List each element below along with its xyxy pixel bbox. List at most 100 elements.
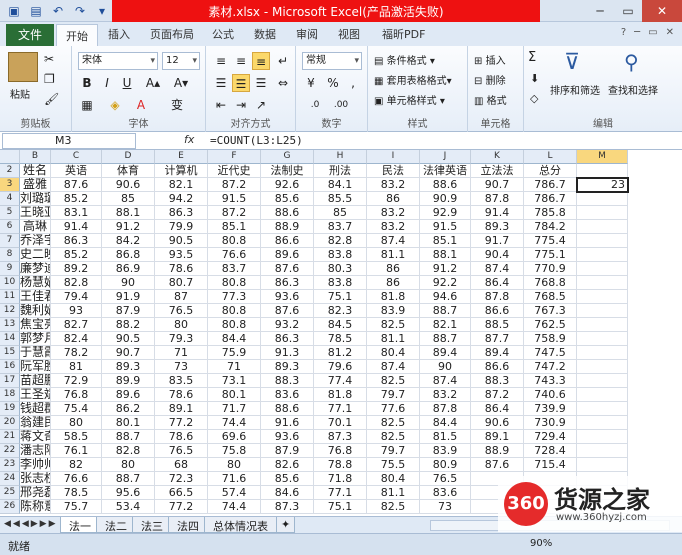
cut-icon[interactable]: ✂	[44, 52, 54, 66]
table-cell[interactable]: 王佳君	[20, 290, 51, 304]
table-cell[interactable]	[577, 402, 628, 416]
table-cell[interactable]: 80.4	[367, 472, 420, 486]
table-cell[interactable]: 58.5	[51, 430, 102, 444]
table-cell[interactable]: 80.3	[314, 262, 367, 276]
ribbon-minimize-icon[interactable]: ─	[634, 27, 640, 38]
table-cell[interactable]: 张志权	[20, 472, 51, 486]
tab-insert[interactable]: 插入	[108, 26, 130, 42]
table-cell[interactable]: 90.7	[471, 178, 524, 192]
table-cell[interactable]: 89.3	[102, 360, 155, 374]
table-cell[interactable]: 775.1	[524, 248, 577, 262]
table-cell[interactable]: 90	[420, 360, 471, 374]
table-cell[interactable]: 78.5	[51, 486, 102, 500]
table-cell[interactable]: 廉梦迪	[20, 262, 51, 276]
table-cell[interactable]: 70.1	[314, 416, 367, 430]
table-cell[interactable]: 87.9	[261, 444, 314, 458]
tab-formulas[interactable]: 公式	[212, 26, 234, 42]
table-cell[interactable]	[577, 234, 628, 248]
row-header[interactable]: 2	[0, 164, 20, 178]
table-cell[interactable]: 85.6	[261, 472, 314, 486]
table-cell[interactable]: 刑法	[314, 164, 367, 178]
table-cell[interactable]	[577, 346, 628, 360]
sheet-tab-1[interactable]: 法一	[60, 517, 100, 533]
table-cell[interactable]: 89.1	[471, 430, 524, 444]
table-cell[interactable]: 76.8	[314, 444, 367, 458]
zoom-level[interactable]: 90%	[530, 538, 552, 549]
sheet-tab-3[interactable]: 法三	[132, 517, 172, 533]
table-cell[interactable]: 77.2	[155, 416, 208, 430]
table-cell[interactable]: 775.4	[524, 234, 577, 248]
table-cell[interactable]: 79.7	[367, 444, 420, 458]
table-cell[interactable]: 82.4	[51, 332, 102, 346]
table-cell[interactable]: 758.9	[524, 332, 577, 346]
row-header[interactable]: 17	[0, 374, 20, 388]
comma-button[interactable]: ,	[344, 74, 362, 92]
align-center-icon[interactable]: ☰	[232, 74, 250, 92]
find-select-button[interactable]: 查找和选择	[608, 82, 658, 97]
table-cell[interactable]: 87.2	[208, 206, 261, 220]
table-cell[interactable]: 84.2	[102, 234, 155, 248]
table-cell[interactable]: 82.1	[155, 178, 208, 192]
table-cell[interactable]: 86.9	[102, 262, 155, 276]
table-cell[interactable]: 91.5	[420, 220, 471, 234]
autosum-button[interactable]: Σ	[528, 50, 536, 65]
table-cell[interactable]: 66.5	[155, 486, 208, 500]
table-cell[interactable]: 79.6	[314, 360, 367, 374]
table-cell[interactable]: 80.1	[102, 416, 155, 430]
table-cell[interactable]: 85.6	[261, 192, 314, 206]
table-cell[interactable]: 92.2	[420, 276, 471, 290]
table-cell[interactable]: 91.7	[471, 234, 524, 248]
ribbon-close-icon[interactable]: ✕	[666, 27, 674, 38]
table-cell[interactable]: 77.2	[155, 500, 208, 514]
table-cell[interactable]: 89.9	[102, 374, 155, 388]
name-box[interactable]: M3	[2, 133, 136, 149]
fill-color-icon[interactable]: ◈	[106, 96, 124, 114]
table-cell[interactable]: 83.7	[314, 220, 367, 234]
table-cell[interactable]: 83.9	[420, 444, 471, 458]
table-cell[interactable]: 83.8	[314, 248, 367, 262]
underline-button[interactable]: U	[118, 74, 136, 92]
column-header[interactable]: G	[261, 150, 314, 164]
column-header[interactable]: E	[155, 150, 208, 164]
table-cell[interactable]: 89.4	[471, 346, 524, 360]
decrease-indent-icon[interactable]: ⇤	[212, 96, 230, 114]
table-cell[interactable]	[577, 276, 628, 290]
align-left-icon[interactable]: ☰	[212, 74, 230, 92]
table-cell[interactable]: 于慧霞	[20, 346, 51, 360]
table-cell[interactable]	[577, 374, 628, 388]
format-painter-icon[interactable]: 🖌	[44, 92, 59, 106]
table-cell[interactable]: 71.8	[314, 472, 367, 486]
table-cell[interactable]: 民法	[367, 164, 420, 178]
table-cell[interactable]: 82.8	[102, 444, 155, 458]
table-cell[interactable]: 78.6	[155, 388, 208, 402]
table-cell[interactable]: 88.7	[420, 304, 471, 318]
row-header[interactable]: 16	[0, 360, 20, 374]
table-cell[interactable]: 80.8	[208, 276, 261, 290]
table-cell[interactable]: 82.3	[314, 304, 367, 318]
table-cell[interactable]: 89.4	[420, 346, 471, 360]
table-cell[interactable]: 80.7	[155, 276, 208, 290]
table-cell[interactable]: 81.8	[367, 290, 420, 304]
table-cell[interactable]: 钱超群	[20, 402, 51, 416]
table-cell[interactable]: 88.3	[471, 374, 524, 388]
table-cell[interactable]: 85.1	[420, 234, 471, 248]
format-button[interactable]: ▥ 格式	[474, 92, 507, 107]
increase-font-icon[interactable]: A▴	[144, 74, 162, 92]
tab-foxit-pdf[interactable]: 福昕PDF	[382, 26, 425, 42]
table-cell[interactable]	[577, 290, 628, 304]
tab-review[interactable]: 审阅	[296, 26, 318, 42]
table-cell[interactable]: 87.4	[367, 360, 420, 374]
table-cell[interactable]: 94.2	[155, 192, 208, 206]
active-cell-m3[interactable]: 23	[576, 177, 629, 193]
table-cell[interactable]: 91.2	[420, 262, 471, 276]
table-cell[interactable]: 83.2	[420, 388, 471, 402]
table-cell[interactable]: 93	[51, 304, 102, 318]
table-cell[interactable]: 90.7	[102, 346, 155, 360]
percent-button[interactable]: %	[324, 74, 342, 92]
table-cell[interactable]: 88.9	[471, 444, 524, 458]
table-cell[interactable]: 88.5	[471, 318, 524, 332]
table-cell[interactable]: 75.9	[208, 346, 261, 360]
wrap-text-icon[interactable]: ↵	[274, 52, 292, 70]
table-cell[interactable]: 94.6	[420, 290, 471, 304]
table-cell[interactable]: 68	[155, 458, 208, 472]
